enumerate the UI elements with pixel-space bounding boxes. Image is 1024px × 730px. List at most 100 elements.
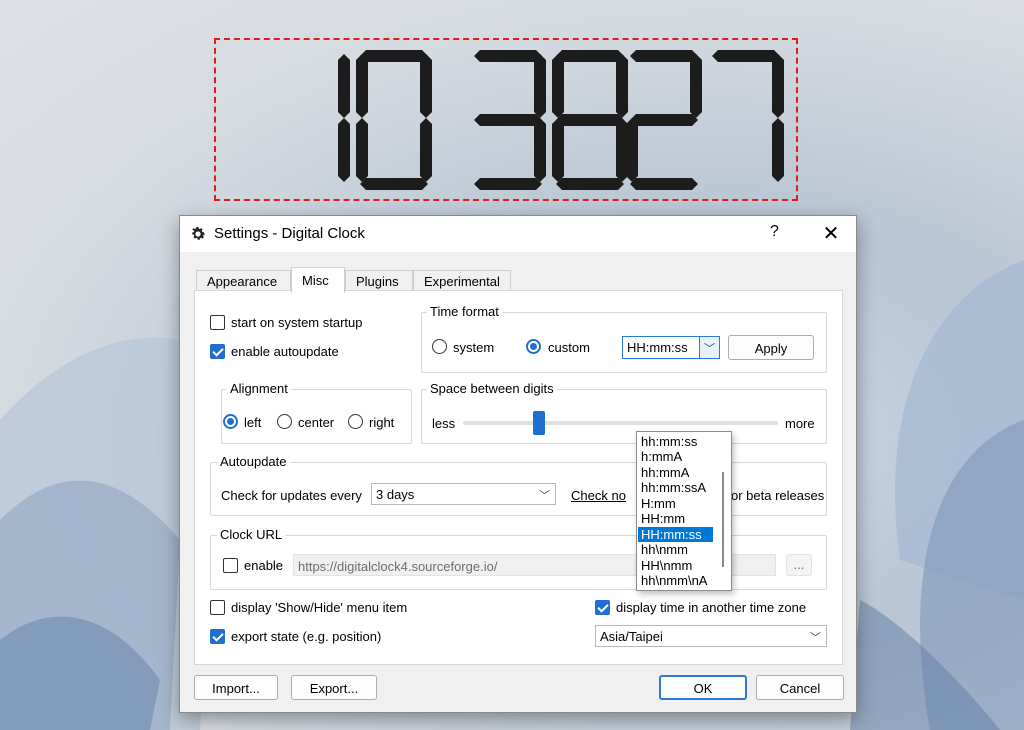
clock-segment-b bbox=[772, 54, 784, 118]
autoupdate-group-label: Autoupdate bbox=[217, 454, 290, 469]
dropdown-scrollbar[interactable] bbox=[722, 472, 724, 567]
clock-segment-b bbox=[690, 54, 702, 118]
dropdown-option[interactable]: hh:mm:ssA bbox=[638, 480, 713, 495]
dropdown-option[interactable]: H:mm bbox=[638, 496, 713, 511]
check-now-link[interactable]: Check no bbox=[571, 488, 626, 503]
alignment-center-label: center bbox=[298, 415, 335, 430]
clock-segment-c bbox=[772, 118, 784, 182]
alignment-right-label: right bbox=[369, 415, 395, 430]
close-button[interactable]: ✕ bbox=[820, 221, 842, 246]
clock-url-browse-button[interactable]: ... bbox=[786, 554, 812, 576]
export-button[interactable]: Export... bbox=[291, 675, 377, 700]
alignment-right-radio[interactable] bbox=[348, 414, 363, 429]
clock-segment-c bbox=[420, 118, 432, 182]
time-format-dropdown-list[interactable]: hh:mm:ss h:mmA hh:mmA hh:mm:ssA H:mm HH:… bbox=[636, 431, 732, 591]
clock-segment-f bbox=[552, 54, 564, 118]
space-between-digits-label: Space between digits bbox=[427, 381, 557, 396]
timezone-combo[interactable]: Asia/Taipei ﹀ bbox=[595, 625, 827, 647]
space-slider-thumb[interactable] bbox=[533, 411, 545, 435]
misc-tab-panel: start on system startup enable autoupdat… bbox=[194, 290, 843, 665]
clock-segment-c bbox=[338, 118, 350, 182]
other-timezone-checkbox[interactable] bbox=[595, 600, 610, 615]
clock-segment-g bbox=[474, 114, 542, 126]
clock-digits bbox=[338, 50, 784, 190]
time-format-system-radio[interactable] bbox=[432, 339, 447, 354]
space-more-label: more bbox=[785, 416, 815, 431]
clock-url-value: https://digitalclock4.sourceforge.io/ bbox=[298, 559, 498, 574]
clock-segment-c bbox=[534, 118, 546, 182]
digital-clock-display[interactable] bbox=[214, 38, 798, 201]
dropdown-option[interactable]: hh\nmm bbox=[638, 542, 713, 557]
alignment-center-radio[interactable] bbox=[277, 414, 292, 429]
clock-segment-d bbox=[360, 178, 428, 190]
alignment-left-radio[interactable] bbox=[223, 414, 238, 429]
time-format-custom-label: custom bbox=[548, 340, 590, 355]
clock-segment-b bbox=[616, 54, 628, 118]
clock-segment-e bbox=[356, 118, 368, 182]
update-interval-combo[interactable]: 3 days ﹀ bbox=[371, 483, 556, 505]
clock-url-enable-checkbox[interactable] bbox=[223, 558, 238, 573]
enable-autoupdate-checkbox[interactable] bbox=[210, 344, 225, 359]
clock-segment-a bbox=[474, 50, 542, 62]
dropdown-option[interactable]: hh\nmm\nA bbox=[638, 573, 713, 588]
clock-segment-f bbox=[356, 54, 368, 118]
beta-releases-label: or beta releases bbox=[731, 488, 825, 503]
clock-segment-d bbox=[556, 178, 624, 190]
chevron-down-icon: ﹀ bbox=[539, 490, 550, 502]
export-state-label: export state (e.g. position) bbox=[231, 629, 382, 644]
clock-segment-g bbox=[556, 114, 624, 126]
dropdown-option[interactable]: HH\nmm bbox=[638, 558, 713, 573]
other-timezone-label: display time in another time zone bbox=[616, 600, 807, 615]
clock-segment-d bbox=[474, 178, 542, 190]
space-slider-track[interactable] bbox=[463, 421, 778, 425]
dropdown-option-selected[interactable]: HH:mm:ss bbox=[638, 527, 713, 542]
show-hide-menu-label: display 'Show/Hide' menu item bbox=[231, 600, 408, 615]
cancel-button[interactable]: Cancel bbox=[756, 675, 844, 700]
time-format-combo[interactable]: HH:mm:ss ﹀ bbox=[622, 336, 720, 359]
clock-segment-b bbox=[420, 54, 432, 118]
export-state-checkbox[interactable] bbox=[210, 629, 225, 644]
tab-misc[interactable]: Misc bbox=[291, 267, 345, 293]
dropdown-option[interactable]: HH:mm bbox=[638, 511, 713, 526]
time-format-system-label: system bbox=[453, 340, 495, 355]
update-interval-value: 3 days bbox=[376, 487, 415, 502]
clock-segment-b bbox=[338, 54, 350, 118]
space-between-digits-group bbox=[421, 389, 827, 444]
alignment-group-label: Alignment bbox=[227, 381, 291, 396]
show-hide-menu-checkbox[interactable] bbox=[210, 600, 225, 615]
dropdown-option[interactable]: hh:mm:ss bbox=[638, 434, 713, 449]
start-on-startup-checkbox[interactable] bbox=[210, 315, 225, 330]
enable-autoupdate-label: enable autoupdate bbox=[231, 344, 339, 359]
clock-segment-b bbox=[534, 54, 546, 118]
tab-experimental[interactable]: Experimental bbox=[413, 270, 511, 292]
time-format-value: HH:mm:ss bbox=[627, 340, 688, 355]
clock-segment-a bbox=[712, 50, 780, 62]
tab-plugins[interactable]: Plugins bbox=[345, 270, 413, 292]
title-bar[interactable]: Settings - Digital Clock ? ✕ bbox=[180, 216, 856, 252]
update-interval-label: Check for updates every bbox=[221, 488, 362, 503]
clock-segment-e bbox=[626, 118, 638, 182]
clock-url-enable-label: enable bbox=[244, 558, 284, 573]
dropdown-option[interactable]: h:mmA bbox=[638, 449, 713, 464]
start-on-startup-label: start on system startup bbox=[231, 315, 363, 330]
clock-url-group-label: Clock URL bbox=[217, 527, 286, 542]
clock-segment-a bbox=[556, 50, 624, 62]
time-format-custom-radio[interactable] bbox=[526, 339, 541, 354]
alignment-left-label: left bbox=[244, 415, 262, 430]
clock-segment-a bbox=[360, 50, 428, 62]
dropdown-option[interactable]: hh:mmA bbox=[638, 465, 713, 480]
gear-icon bbox=[192, 226, 206, 240]
timezone-value: Asia/Taipei bbox=[600, 629, 663, 644]
apply-button[interactable]: Apply bbox=[728, 335, 814, 360]
clock-segment-e bbox=[552, 118, 564, 182]
clock-segment-d bbox=[630, 178, 698, 190]
space-less-label: less bbox=[432, 416, 456, 431]
clock-segment-g bbox=[630, 114, 698, 126]
settings-dialog: Settings - Digital Clock ? ✕ Appearance … bbox=[179, 215, 857, 713]
clock-segment-a bbox=[630, 50, 698, 62]
help-button[interactable]: ? bbox=[770, 223, 779, 241]
ok-button[interactable]: OK bbox=[659, 675, 747, 700]
import-button[interactable]: Import... bbox=[194, 675, 278, 700]
chevron-down-icon[interactable]: ﹀ bbox=[699, 337, 719, 358]
tab-appearance[interactable]: Appearance bbox=[196, 270, 291, 292]
